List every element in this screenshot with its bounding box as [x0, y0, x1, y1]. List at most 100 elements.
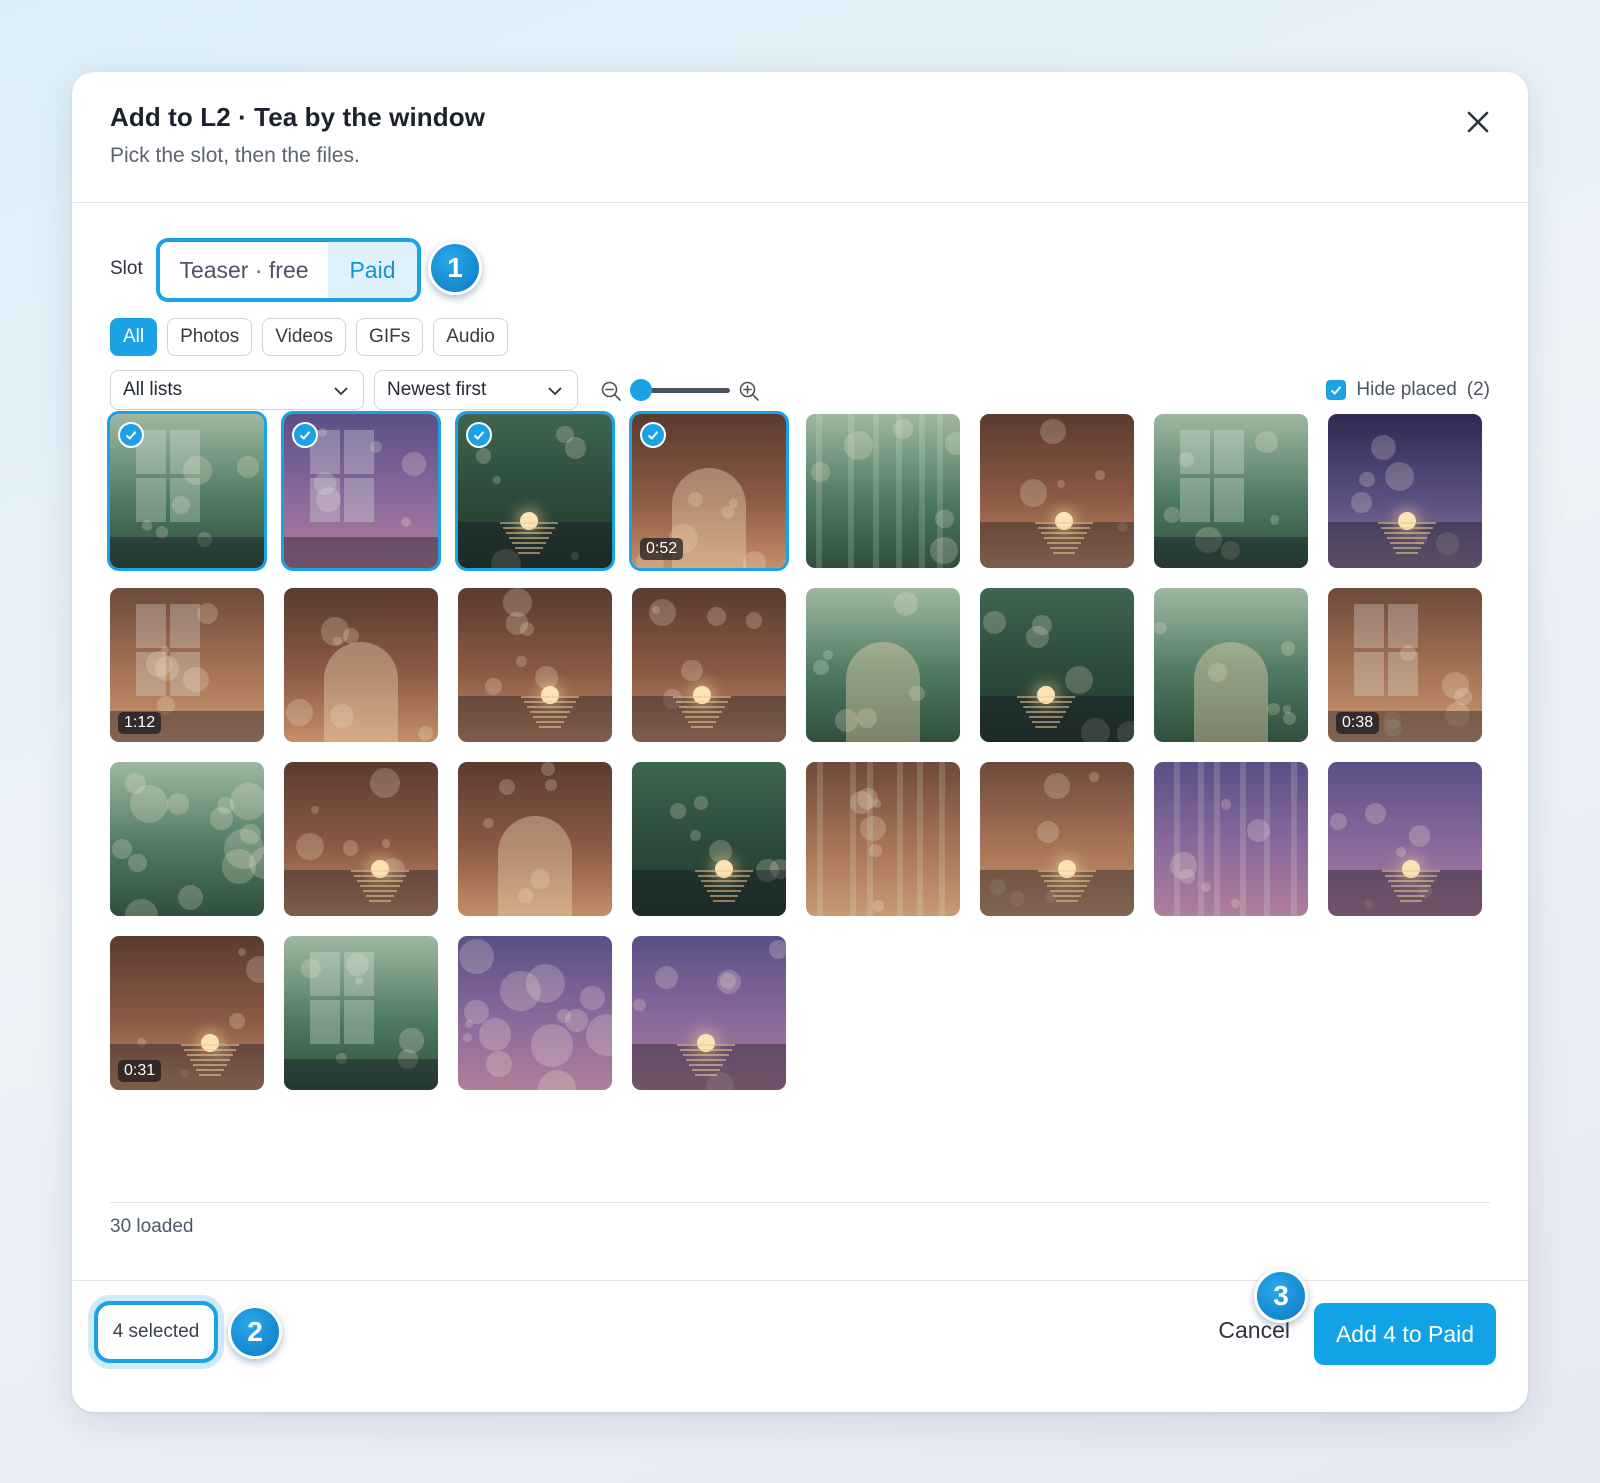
media-thumbnail[interactable] [281, 411, 441, 571]
selected-check-icon[interactable] [292, 422, 318, 448]
reflection-line [1044, 879, 1091, 882]
zoom-slider-thumb[interactable] [630, 379, 652, 401]
reflection-lines [499, 519, 558, 565]
thumbnail-art [284, 762, 438, 916]
sort-select[interactable]: Newest first [374, 370, 578, 410]
zoom-in-icon[interactable] [738, 380, 760, 402]
media-thumbnail[interactable] [980, 762, 1134, 916]
reflection-line [193, 1063, 228, 1066]
selected-check-icon[interactable] [640, 422, 666, 448]
slot-option-teaser[interactable]: Teaser · free [160, 242, 328, 298]
light-streak [938, 762, 945, 916]
media-thumbnail[interactable] [1328, 414, 1482, 568]
selected-check-icon[interactable] [118, 422, 144, 448]
list-select[interactable]: All lists [110, 370, 364, 410]
reflection-line [712, 899, 735, 902]
slot-segmented-control: Teaser · free Paid [156, 238, 421, 302]
light-streak [1290, 762, 1297, 916]
reflection-line [354, 874, 407, 877]
reflection-line [703, 884, 744, 887]
bokeh-circle [743, 551, 766, 568]
media-thumbnail[interactable] [806, 414, 960, 568]
reflection-line [1381, 526, 1434, 529]
video-duration-badge: 0:31 [118, 1060, 162, 1082]
light-streak [1173, 762, 1180, 916]
dialog-subtitle: Pick the slot, then the files. [110, 144, 360, 167]
bokeh-circle [1351, 492, 1372, 513]
bokeh-circle [690, 829, 701, 841]
selected-count-pill[interactable]: 4 selected [94, 1301, 218, 1363]
bokeh-circle [381, 839, 391, 848]
close-icon[interactable] [1464, 108, 1492, 136]
reflection-line [1387, 879, 1434, 882]
reflection-line [1049, 546, 1078, 549]
media-thumbnail[interactable] [980, 588, 1134, 742]
filter-chip-gifs[interactable]: GIFs [356, 318, 424, 356]
hide-placed-checkbox[interactable] [1326, 380, 1347, 400]
bokeh-circle [681, 659, 703, 682]
media-thumbnail[interactable] [806, 762, 960, 916]
media-thumbnail[interactable] [1154, 414, 1308, 568]
reflection-line [505, 531, 552, 534]
reflection-line [499, 521, 558, 524]
reflection-line [1390, 884, 1431, 887]
bokeh-circle [633, 998, 646, 1012]
media-thumbnail[interactable] [980, 414, 1134, 568]
reflection-line [1016, 695, 1075, 698]
reflection-line [1378, 521, 1437, 524]
bokeh-circle [982, 610, 1006, 634]
bokeh-circle [1025, 625, 1049, 649]
media-thumbnail[interactable] [458, 588, 612, 742]
media-thumbnail[interactable]: 0:31 [110, 936, 264, 1090]
media-thumbnail[interactable] [110, 762, 264, 916]
media-thumbnail[interactable] [284, 762, 438, 916]
media-thumbnail[interactable] [107, 411, 267, 571]
bokeh-circle [519, 621, 534, 636]
media-thumbnail[interactable] [632, 588, 786, 742]
dialog-footer: 4 selected 2 Cancel Add 4 to Paid 3 [72, 1269, 1528, 1412]
media-thumbnail[interactable] [1328, 762, 1482, 916]
media-thumbnail[interactable]: 1:12 [110, 588, 264, 742]
media-thumbnail[interactable] [1154, 762, 1308, 916]
filter-chip-videos[interactable]: Videos [262, 318, 347, 356]
media-thumbnail[interactable] [458, 762, 612, 916]
thumbnail-art [1154, 588, 1308, 742]
reflection-line [1384, 874, 1437, 877]
filter-chip-all[interactable]: All [110, 318, 158, 356]
media-thumbnail[interactable] [458, 936, 612, 1090]
filter-chip-audio[interactable]: Audio [433, 318, 508, 356]
media-thumbnail[interactable] [632, 762, 786, 916]
light-streak [873, 414, 880, 568]
hide-placed-toggle[interactable]: Hide placed (2) [1326, 370, 1490, 410]
selected-check-icon[interactable] [466, 422, 492, 448]
zoom-out-icon[interactable] [600, 380, 622, 402]
window-pane [136, 604, 166, 648]
media-thumbnail[interactable] [284, 588, 438, 742]
window-shape [1354, 604, 1418, 696]
media-thumbnail[interactable]: 0:52 [629, 411, 789, 571]
filter-chip-photos[interactable]: Photos [167, 318, 253, 356]
reflection-line [1387, 536, 1428, 539]
add-to-paid-button[interactable]: Add 4 to Paid [1314, 1303, 1496, 1365]
media-thumbnail[interactable] [455, 411, 615, 571]
media-grid: 0:52 1:12 0:38 0:31 [107, 411, 1482, 1090]
bokeh-circle [223, 829, 264, 870]
media-thumbnail[interactable] [632, 936, 786, 1090]
media-thumbnail[interactable] [806, 588, 960, 742]
bokeh-circle [693, 795, 708, 810]
media-thumbnail[interactable] [1154, 588, 1308, 742]
bokeh-circle [229, 1013, 245, 1029]
arch-shape [1194, 641, 1268, 742]
reflection-line [1041, 874, 1094, 877]
thumbnail-art [284, 936, 438, 1090]
step-badge-2: 2 [228, 1305, 282, 1359]
thumbnail-art [458, 936, 612, 1090]
window-pane [344, 430, 374, 474]
reflection-line [360, 884, 401, 887]
media-thumbnail[interactable] [284, 936, 438, 1090]
media-thumbnail[interactable]: 0:38 [1328, 588, 1482, 742]
bokeh-circle [565, 1009, 589, 1033]
bokeh-circle [499, 779, 515, 796]
slot-option-paid[interactable]: Paid [328, 242, 417, 298]
arch-shape [846, 641, 920, 742]
